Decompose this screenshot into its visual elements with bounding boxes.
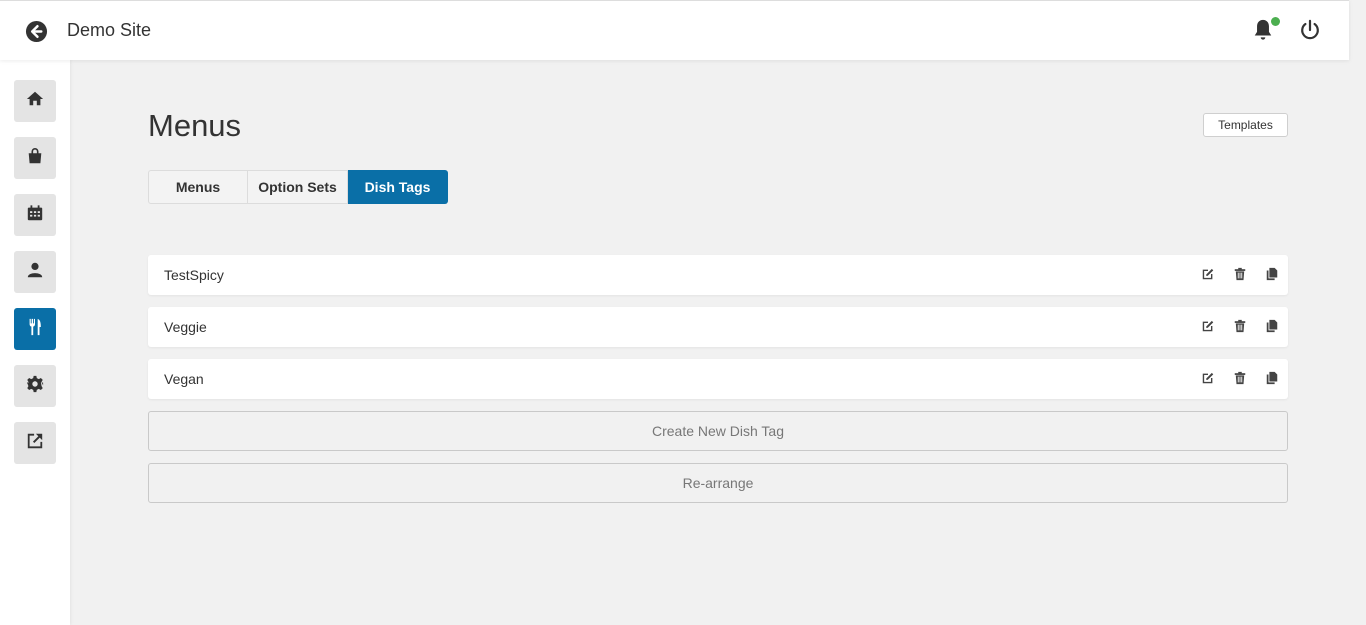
edit-icon[interactable] — [1200, 370, 1216, 386]
power-icon[interactable] — [1299, 19, 1323, 43]
sidebar-item-external[interactable] — [14, 422, 56, 464]
sidebar-item-customers[interactable] — [14, 251, 56, 293]
dish-tag-name: Veggie — [164, 319, 207, 335]
home-icon — [26, 90, 44, 113]
copy-icon[interactable] — [1264, 318, 1280, 334]
gear-icon — [26, 375, 44, 398]
notification-dot — [1271, 17, 1280, 26]
scrollbar-track[interactable] — [1349, 0, 1366, 625]
tab-option-sets[interactable]: Option Sets — [248, 170, 348, 204]
sidebar-item-settings[interactable] — [14, 365, 56, 407]
page-title: Menus — [148, 108, 242, 143]
calendar-icon — [26, 204, 44, 227]
external-link-icon — [26, 432, 44, 455]
back-arrow-circle-icon[interactable] — [24, 19, 48, 43]
sidebar-item-menus[interactable] — [14, 308, 56, 350]
fork-knife-icon — [26, 318, 44, 341]
list-item: Vegan — [148, 359, 1288, 399]
rearrange-button[interactable]: Re-arrange — [148, 463, 1288, 503]
list-item: Veggie — [148, 307, 1288, 347]
trash-icon[interactable] — [1232, 266, 1248, 282]
dish-tag-name: Vegan — [164, 371, 204, 387]
create-dish-tag-button[interactable]: Create New Dish Tag — [148, 411, 1288, 451]
sidebar-item-bookings[interactable] — [14, 194, 56, 236]
copy-icon[interactable] — [1264, 370, 1280, 386]
sidebar-item-orders[interactable] — [14, 137, 56, 179]
tab-bar: Menus Option Sets Dish Tags — [148, 170, 448, 204]
bell-icon[interactable] — [1252, 17, 1280, 44]
edit-icon[interactable] — [1200, 318, 1216, 334]
templates-button[interactable]: Templates — [1203, 113, 1288, 137]
site-title: Demo Site — [67, 20, 152, 40]
tab-menus[interactable]: Menus — [148, 170, 248, 204]
copy-icon[interactable] — [1264, 266, 1280, 282]
edit-icon[interactable] — [1200, 266, 1216, 282]
list-item: TestSpicy — [148, 255, 1288, 295]
dish-tag-name: TestSpicy — [164, 267, 224, 283]
sidebar — [0, 60, 70, 625]
top-bar: Demo Site — [0, 0, 1349, 60]
trash-icon[interactable] — [1232, 318, 1248, 334]
trash-icon[interactable] — [1232, 370, 1248, 386]
sidebar-item-home[interactable] — [14, 80, 56, 122]
tab-dish-tags[interactable]: Dish Tags — [348, 170, 448, 204]
user-icon — [26, 261, 44, 284]
shopping-bag-icon — [26, 147, 44, 170]
